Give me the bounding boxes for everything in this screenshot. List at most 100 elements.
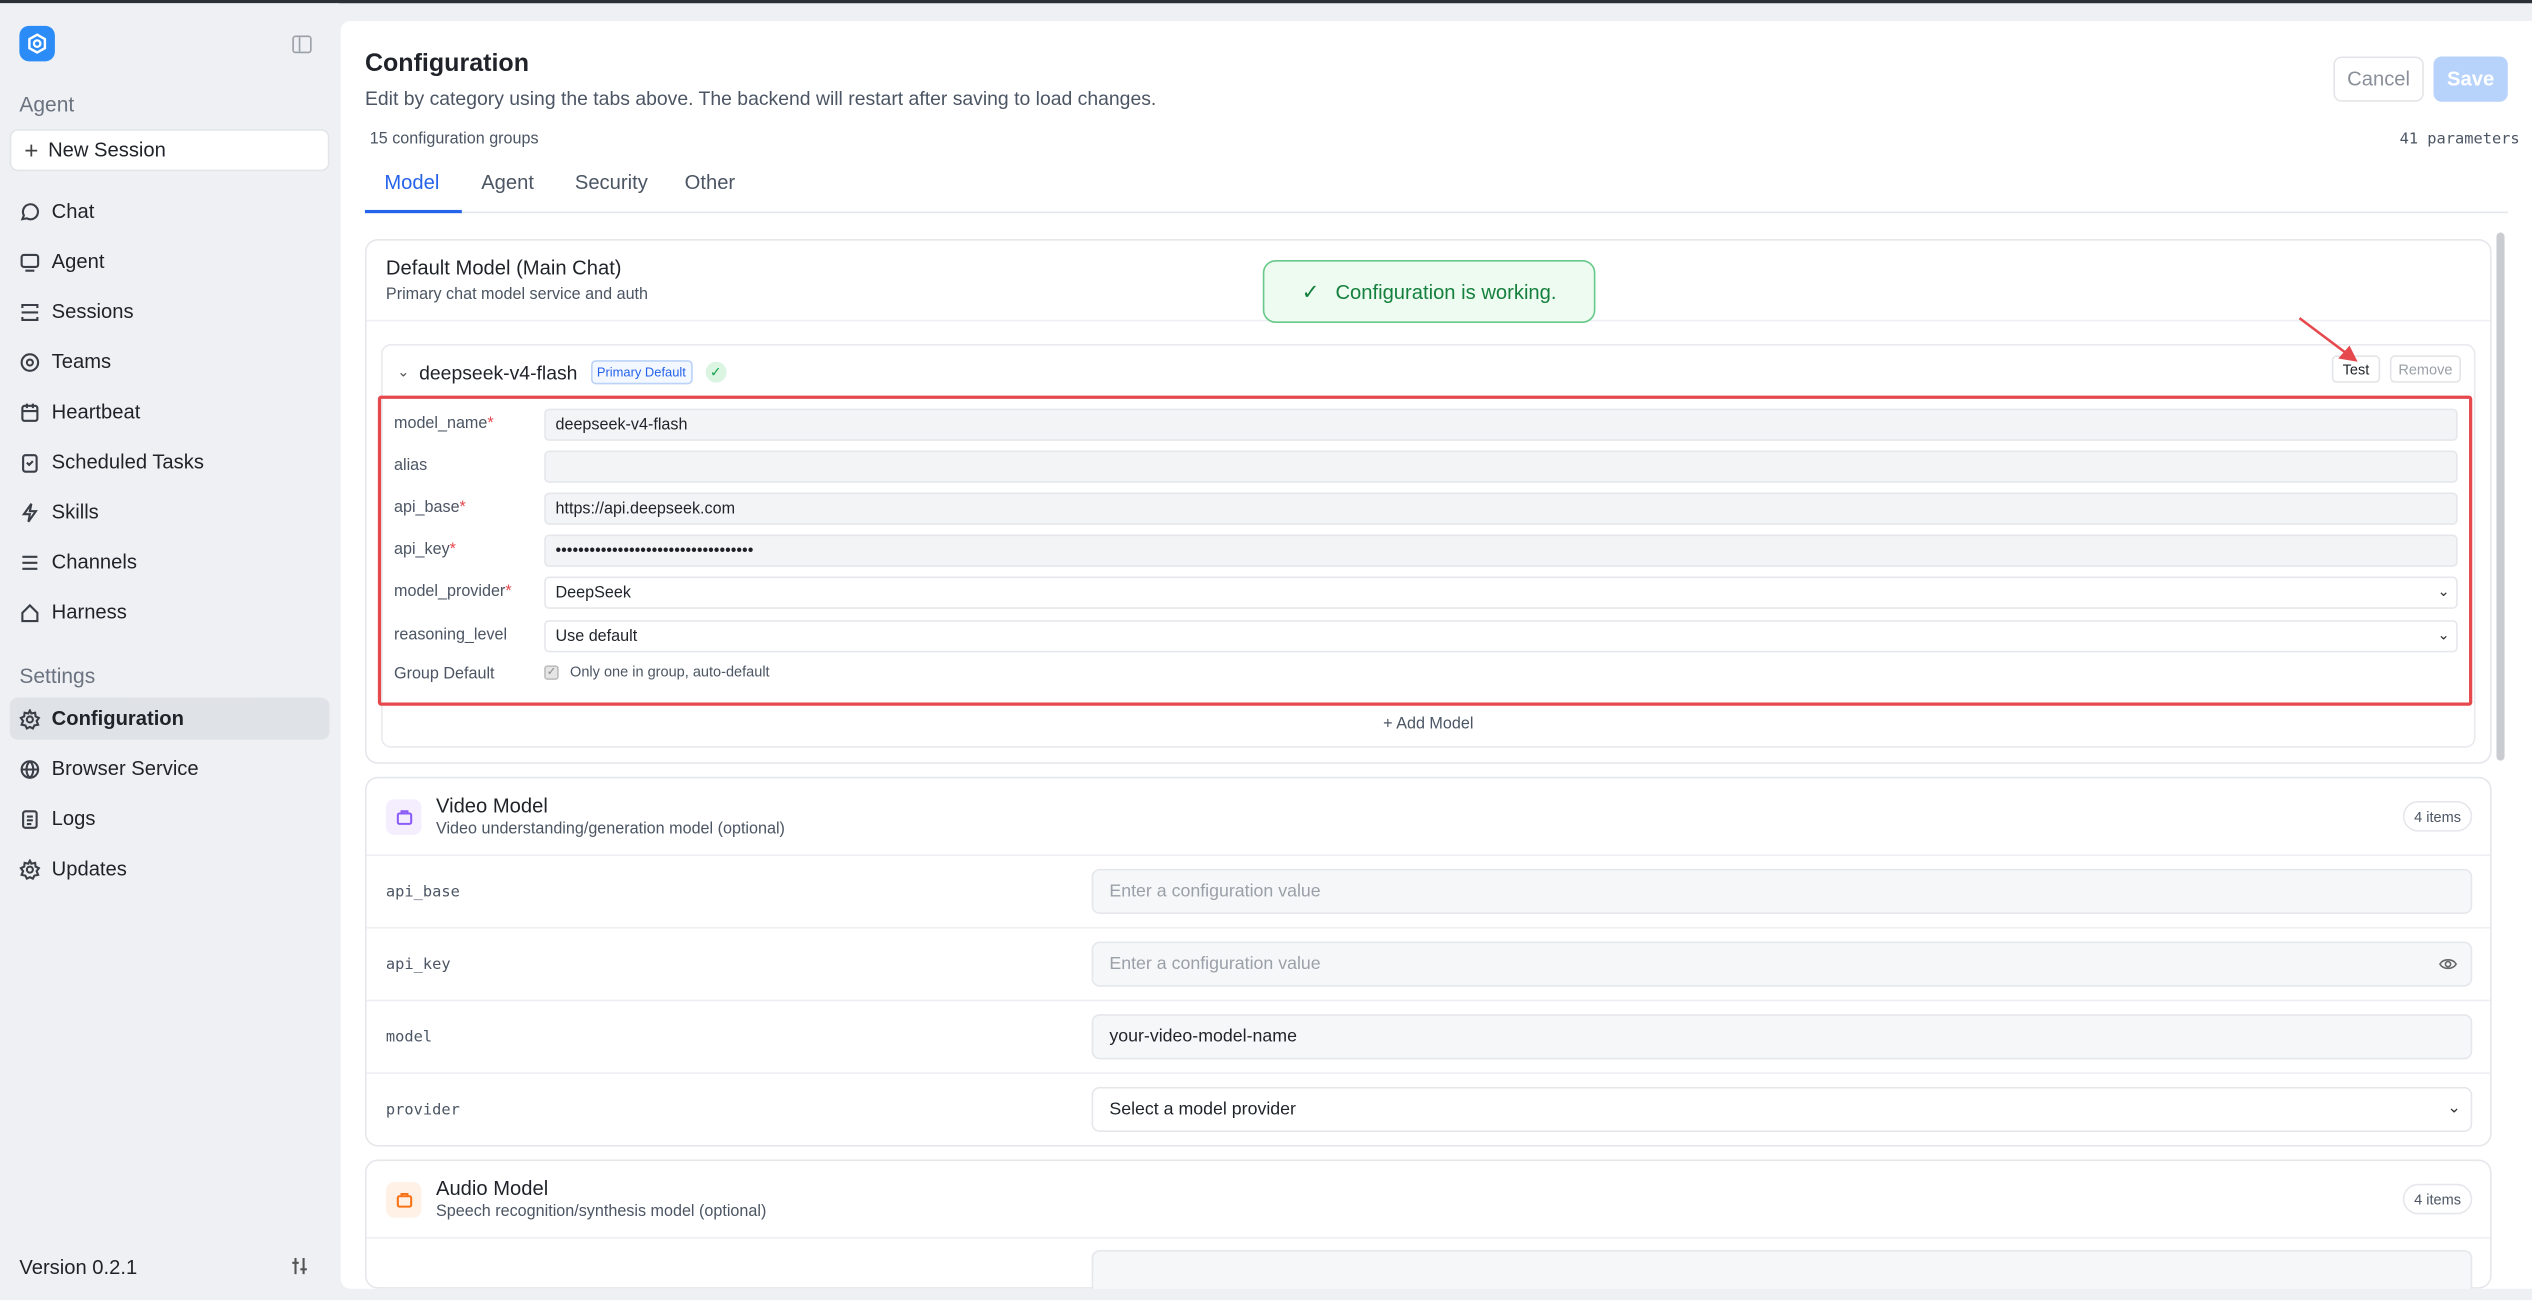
input-placeholder: Enter a configuration value xyxy=(1109,954,1321,974)
model-entry-header[interactable]: ⌄ deepseek-v4-flash Primary Default ✓ xyxy=(397,360,727,385)
required-mark: * xyxy=(505,582,512,601)
cancel-button[interactable]: Cancel xyxy=(2333,56,2424,102)
gear-icon xyxy=(19,858,41,880)
field-label: api_key* xyxy=(394,541,456,559)
api-key-input[interactable]: ••••••••••••••••••••••••••••••••••• xyxy=(544,534,2458,567)
field-label: model_provider* xyxy=(394,583,512,601)
field-label: model_name* xyxy=(394,415,494,433)
sidebar-item-heartbeat[interactable]: Heartbeat xyxy=(10,391,330,433)
parameters-count: 41 parameters xyxy=(2399,130,2520,149)
sidebar-item-label: Scheduled Tasks xyxy=(51,450,204,474)
sidebar-item-agent[interactable]: Agent xyxy=(10,241,330,283)
sidebar-item-label: Updates xyxy=(51,857,127,881)
sidebar-item-logs[interactable]: Logs xyxy=(10,798,330,840)
video-provider-select[interactable]: Select a model provider ⌄ xyxy=(1091,1086,2473,1133)
globe-icon xyxy=(20,759,40,779)
bolt-icon xyxy=(21,502,38,522)
sidebar-item-skills[interactable]: Skills xyxy=(10,491,330,533)
sidebar-item-configuration[interactable]: Configuration xyxy=(9,697,330,740)
sidebar: Agent + New Session Chat Agent Sessions … xyxy=(0,3,340,1300)
chevron-down-icon: ⌄ xyxy=(2437,582,2450,600)
active-tab-indicator xyxy=(364,209,462,214)
field-label-text: model_provider xyxy=(394,582,506,601)
app-logo-icon[interactable] xyxy=(19,25,55,62)
select-value: Select a model provider xyxy=(1109,1099,1296,1120)
video-section-icon xyxy=(385,799,422,835)
param-row xyxy=(366,1237,2491,1289)
check-icon: ✓ xyxy=(705,361,727,383)
video-api-base-input[interactable]: Enter a configuration value xyxy=(1091,868,2473,915)
eye-icon[interactable] xyxy=(2438,956,2458,972)
model-entry-name: deepseek-v4-flash xyxy=(419,360,578,384)
tab-model[interactable]: Model xyxy=(384,171,439,194)
sidebar-item-browser-service[interactable]: Browser Service xyxy=(10,748,330,790)
alias-input[interactable] xyxy=(544,450,2458,483)
video-api-key-input[interactable]: Enter a configuration value xyxy=(1091,941,2473,987)
tab-security[interactable]: Security xyxy=(575,171,648,194)
video-model-input[interactable]: your-video-model-name xyxy=(1091,1014,2473,1060)
tab-agent[interactable]: Agent xyxy=(481,171,534,194)
settings-heading: Settings xyxy=(19,663,96,688)
add-model-button[interactable]: + Add Model xyxy=(383,715,2474,733)
checkbox-label: Only one in group, auto-default xyxy=(570,663,770,680)
tab-other[interactable]: Other xyxy=(685,171,735,194)
version-label: Version 0.2.1 xyxy=(19,1256,138,1280)
field-alias: alias xyxy=(394,450,2461,483)
model-name-input[interactable]: deepseek-v4-flash xyxy=(544,408,2458,441)
sidebar-item-sessions[interactable]: Sessions xyxy=(10,291,330,333)
select-value: Use default xyxy=(555,627,638,646)
sidebar-item-harness[interactable]: Harness xyxy=(10,591,330,633)
sidebar-item-chat[interactable]: Chat xyxy=(10,191,330,233)
teams-icon xyxy=(20,352,40,372)
required-mark: * xyxy=(459,499,466,517)
chevron-down-icon[interactable]: ⌄ xyxy=(397,363,409,381)
sidebar-item-label: Teams xyxy=(51,350,112,374)
remove-button[interactable]: Remove xyxy=(2389,355,2461,383)
sidebar-item-label: Channels xyxy=(51,550,137,574)
sidebar-item-scheduled-tasks[interactable]: Scheduled Tasks xyxy=(10,441,330,483)
items-count-badge: 4 items xyxy=(2402,800,2473,832)
audio-param-input[interactable] xyxy=(1091,1249,2473,1289)
param-key: api_base xyxy=(385,883,460,902)
param-row: api_key Enter a configuration value xyxy=(366,926,2491,1000)
monitor-icon xyxy=(20,253,40,271)
annotation-arrow-icon xyxy=(2298,317,2358,362)
collapse-sidebar-icon[interactable] xyxy=(292,35,312,54)
select-value: DeepSeek xyxy=(555,583,631,602)
sidebar-item-teams[interactable]: Teams xyxy=(10,341,330,383)
gear-icon xyxy=(19,708,41,730)
page-title: Configuration xyxy=(364,50,529,78)
list-icon xyxy=(22,554,38,570)
field-label: api_base* xyxy=(394,499,466,517)
field-label: Group Default xyxy=(394,665,495,684)
param-key: provider xyxy=(385,1101,460,1120)
section-title: Audio Model xyxy=(435,1177,549,1200)
sidebar-item-label: Heartbeat xyxy=(51,400,141,424)
param-key: api_key xyxy=(385,956,451,974)
primary-default-badge: Primary Default xyxy=(590,360,693,385)
api-base-input[interactable]: https://api.deepseek.com xyxy=(544,492,2458,525)
field-group-default: Group Default ✓ Only one in group, auto-… xyxy=(394,659,2461,691)
group-default-checkbox[interactable]: ✓ xyxy=(544,664,559,680)
sidebar-item-updates[interactable]: Updates xyxy=(10,848,330,890)
sidebar-item-label: Harness xyxy=(51,600,127,624)
param-row: api_base Enter a configuration value xyxy=(366,854,2491,927)
sidebar-item-label: Skills xyxy=(51,500,99,524)
chevron-down-icon: ⌄ xyxy=(2447,1099,2461,1118)
scrollbar-thumb[interactable] xyxy=(2496,232,2505,761)
audio-section-icon xyxy=(385,1182,422,1218)
field-model-provider: model_provider* DeepSeek ⌄ xyxy=(394,576,2461,609)
document-icon xyxy=(22,809,38,829)
home-icon xyxy=(21,603,39,622)
new-session-button[interactable]: + New Session xyxy=(9,129,330,172)
save-button[interactable]: Save xyxy=(2433,56,2508,102)
sidebar-item-channels[interactable]: Channels xyxy=(10,541,330,583)
agent-heading: Agent xyxy=(19,92,75,117)
model-provider-select[interactable]: DeepSeek ⌄ xyxy=(544,576,2458,609)
field-label-text: api_base xyxy=(394,499,460,517)
reasoning-level-select[interactable]: Use default ⌄ xyxy=(544,620,2458,653)
config-groups-count: 15 configuration groups xyxy=(369,130,539,149)
settings-sliders-icon[interactable] xyxy=(291,1256,309,1280)
param-row: model your-video-model-name xyxy=(366,999,2491,1073)
clipboard-icon xyxy=(22,453,38,472)
